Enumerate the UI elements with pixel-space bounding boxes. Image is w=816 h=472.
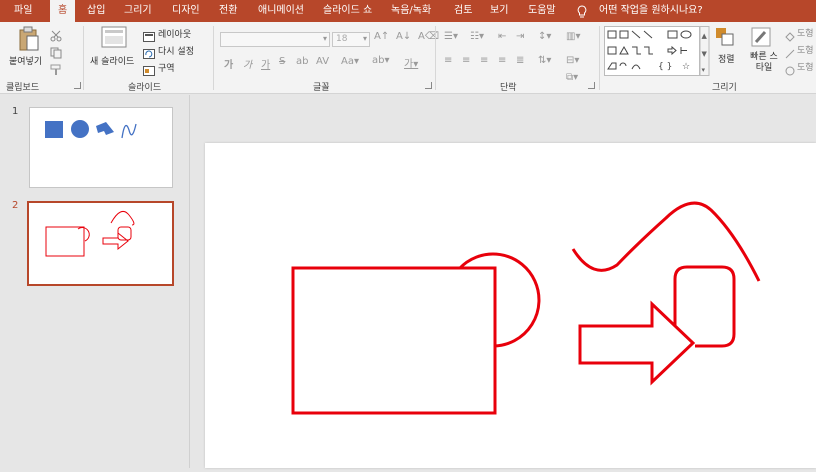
section-icon	[143, 61, 155, 80]
slides-group-label: 슬라이드	[128, 83, 162, 93]
rectangle-shape[interactable]	[291, 266, 497, 415]
divider	[213, 26, 214, 90]
slide-number: 1	[12, 106, 19, 117]
quick-styles-icon[interactable]	[751, 27, 771, 51]
tab-transitions[interactable]: 전환	[211, 0, 245, 22]
shrink-font-icon[interactable]: A↓	[396, 31, 411, 42]
new-slide-icon	[101, 26, 127, 48]
slide-thumbnail-1[interactable]	[29, 107, 173, 188]
tab-file[interactable]: 파일	[6, 0, 40, 22]
increase-indent-icon[interactable]: ⇥	[516, 31, 524, 42]
reset-button[interactable]: 다시 설정	[158, 44, 194, 57]
align-text-icon[interactable]: ⊟▾	[566, 55, 579, 66]
font-color-icon[interactable]: 가▾	[404, 55, 418, 70]
divider	[435, 26, 436, 90]
tab-view[interactable]: 보기	[482, 0, 516, 22]
chevron-down-icon: ▾	[322, 34, 327, 43]
bold-icon[interactable]: 가	[224, 56, 233, 71]
thumbnail-2-shapes	[45, 210, 135, 257]
italic-icon[interactable]: 가	[243, 56, 252, 71]
char-spacing-icon[interactable]: ab	[296, 56, 308, 67]
shape-fill-button[interactable]: 도형	[797, 26, 814, 39]
tab-help[interactable]: 도움말	[520, 0, 564, 22]
section-button[interactable]: 구역	[158, 61, 175, 74]
line-spacing-icon[interactable]: ↕▾	[538, 31, 551, 42]
numbering-icon[interactable]: ☷▾	[470, 31, 484, 42]
slide-shapes	[291, 201, 761, 415]
clipboard-group-label: 클립보드	[6, 83, 40, 93]
ribbon-tab-bar: 파일 홈 삽입 그리기 디자인 전환 애니메이션 슬라이드 쇼 녹음/녹화 검토…	[0, 0, 816, 22]
paragraph-group-label: 단락	[500, 83, 517, 93]
font-launcher-icon[interactable]	[425, 82, 432, 89]
shape-effects-button[interactable]: 도형	[797, 60, 814, 73]
new-slide-label: 새 슬라이드	[90, 57, 135, 67]
thumbnail-1-shapes	[45, 120, 137, 139]
divider	[599, 26, 600, 90]
tab-record[interactable]: 녹음/녹화	[383, 0, 439, 22]
strikethrough-icon[interactable]: S	[279, 56, 285, 67]
layout-button[interactable]: 레이아웃	[158, 27, 191, 40]
paste-icon	[19, 26, 39, 51]
svg-text:▲: ▲	[702, 32, 708, 40]
columns-icon[interactable]: ▥▾	[566, 31, 580, 42]
slide-number: 2	[12, 200, 19, 211]
lightbulb-icon	[577, 4, 587, 17]
drawing-group-label: 그리기	[712, 83, 737, 93]
quick-styles-button[interactable]: 빠른 스타일	[750, 52, 778, 74]
tab-review[interactable]: 검토	[446, 0, 480, 22]
chevron-down-icon: ▾	[362, 34, 367, 43]
paragraph-launcher-icon[interactable]	[588, 82, 595, 89]
new-slide-button[interactable]	[101, 26, 127, 52]
align-left-icon[interactable]: ≡	[444, 55, 452, 66]
distribute-icon[interactable]: ≣	[516, 55, 524, 66]
underline-icon[interactable]: 가	[261, 56, 270, 71]
slide-thumbnail-2[interactable]	[27, 201, 174, 286]
font-size-combo[interactable]: 18 ▾	[332, 32, 370, 47]
svg-text:{ }: { }	[658, 62, 672, 72]
slide-thumbnail-pane: 1 2	[0, 95, 190, 468]
svg-text:☆: ☆	[682, 62, 690, 72]
svg-text:▾: ▾	[702, 66, 706, 74]
shape-effects-icon[interactable]	[785, 61, 795, 80]
tab-home[interactable]: 홈	[50, 0, 76, 22]
format-painter-icon[interactable]	[50, 61, 62, 80]
current-slide[interactable]	[205, 143, 816, 468]
shapes-gallery-icon: { } ☆ ▲ ▼ ▾	[604, 26, 710, 76]
align-center-icon[interactable]: ≡	[462, 55, 470, 66]
font-name-combo[interactable]: ▾	[220, 32, 330, 47]
paste-button[interactable]	[18, 26, 40, 56]
change-case-icon[interactable]: Aa▾	[341, 56, 359, 67]
tab-slideshow[interactable]: 슬라이드 쇼	[315, 0, 380, 22]
tab-design[interactable]: 디자인	[164, 0, 208, 22]
divider	[83, 26, 84, 90]
highlight-icon[interactable]: ab▾	[372, 55, 390, 66]
paste-label: 붙여넣기	[9, 57, 43, 67]
tab-animations[interactable]: 애니메이션	[250, 0, 312, 22]
tab-draw[interactable]: 그리기	[116, 0, 160, 22]
ribbon: 붙여넣기 클립보드 새 슬라이드 레이아웃 다시 설정 구역 슬라이드 ▾ 18…	[0, 22, 816, 94]
arrange-icon[interactable]	[715, 27, 735, 51]
svg-text:▼: ▼	[702, 50, 708, 58]
arrange-button[interactable]: 정렬	[718, 52, 735, 65]
text-direction-icon[interactable]: ⇅▾	[538, 55, 551, 66]
shape-outline-button[interactable]: 도형	[797, 43, 814, 56]
tab-insert[interactable]: 삽입	[79, 0, 113, 22]
tell-me-search[interactable]: 어떤 작업을 원하시나요?	[577, 0, 703, 22]
clipboard-launcher-icon[interactable]	[74, 82, 81, 89]
tell-me-text: 어떤 작업을 원하시나요?	[599, 5, 703, 16]
grow-font-icon[interactable]: A↑	[374, 31, 389, 42]
justify-icon[interactable]: ≡	[498, 55, 506, 66]
font-group-label: 글꼴	[313, 83, 330, 93]
spacing-icon[interactable]: AV	[316, 56, 329, 67]
smartart-icon[interactable]: ⧉▾	[566, 72, 578, 83]
align-right-icon[interactable]: ≡	[480, 55, 488, 66]
bullets-icon[interactable]: ☰▾	[444, 31, 458, 42]
shapes-gallery[interactable]: { } ☆ ▲ ▼ ▾	[604, 26, 710, 80]
decrease-indent-icon[interactable]: ⇤	[498, 31, 506, 42]
